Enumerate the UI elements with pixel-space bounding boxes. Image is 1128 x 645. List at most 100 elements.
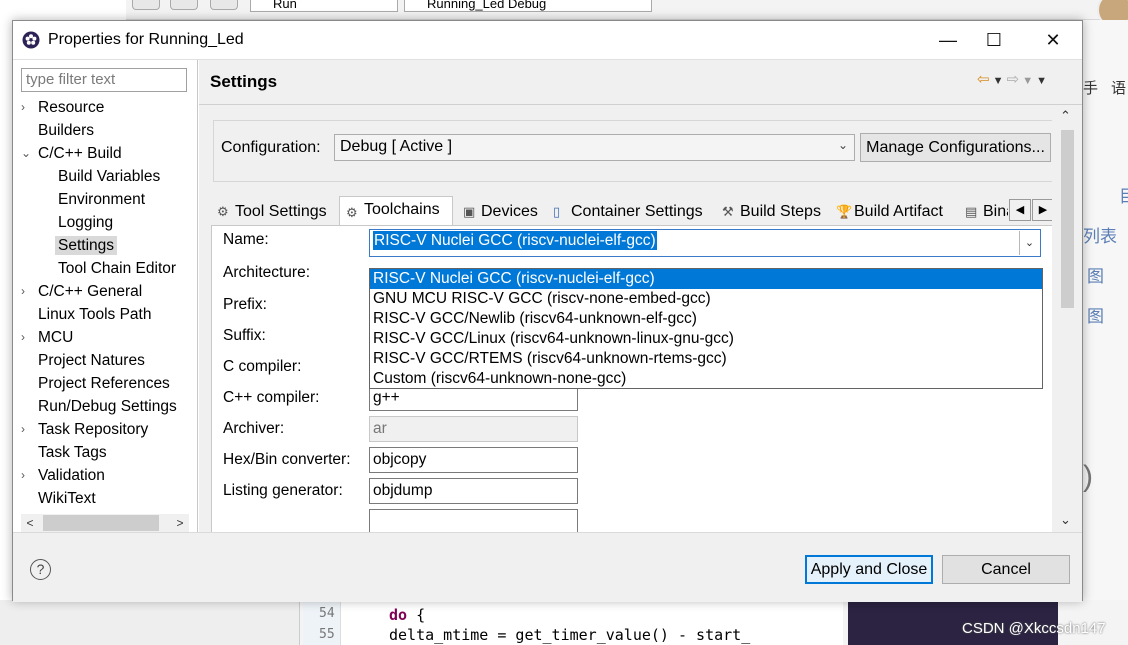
forward-arrow-icon[interactable]: ⇨	[1007, 71, 1020, 88]
tree-item-label: Resource	[38, 99, 105, 116]
back-arrow-icon[interactable]: ⇦	[977, 71, 990, 88]
title-bar[interactable]: Properties for Running_Led — ☐ ✕	[13, 21, 1082, 59]
tree-item-task-tags[interactable]: Task Tags	[38, 441, 107, 464]
toolchain-option[interactable]: RISC-V GCC/Linux (riscv64-unknown-linux-…	[370, 329, 1042, 349]
tree-item-project-references[interactable]: Project References	[38, 372, 170, 395]
configuration-value: Debug [ Active ]	[340, 138, 453, 155]
scrollbar-thumb[interactable]	[1061, 130, 1074, 308]
forward-menu-icon[interactable]: ▼	[1019, 75, 1036, 87]
configuration-combo[interactable]: Debug [ Active ] ⌄	[334, 134, 855, 161]
tree-item-cpp-general[interactable]: › C/C++ General	[21, 280, 142, 303]
tree-item-label: Run/Debug Settings	[38, 398, 177, 415]
maximize-button[interactable]: ☐	[971, 21, 1017, 59]
tree-item-label: Validation	[38, 467, 105, 484]
tab-build-steps[interactable]: ⚒ Build Steps	[716, 199, 826, 225]
view-menu-icon[interactable]: ▼	[1036, 75, 1047, 87]
ide-right-panel: 手 语 目 列表 图 图 )	[1083, 20, 1128, 645]
settings-tabs: ⚙ Tool Settings ⚙ Toolchains ▣ Devices ▯ Con…	[211, 196, 1052, 225]
chevron-down-icon[interactable]: ⌄	[1019, 231, 1039, 255]
dialog-footer: ? Apply and Close Cancel	[13, 532, 1082, 602]
name-label: Name:	[223, 231, 269, 248]
tab-toolchains[interactable]: ⚙ Toolchains	[339, 196, 453, 225]
line-gutter: 54 55	[303, 600, 341, 645]
chevron-down-icon[interactable]: ⌄	[21, 142, 35, 165]
manage-configurations-button[interactable]: Manage Configurations...	[860, 133, 1051, 162]
toolbar-button[interactable]	[132, 0, 160, 10]
tree-item-label: Environment	[58, 191, 146, 208]
tab-label: Toolchains	[364, 201, 440, 218]
chip-icon: ▣	[463, 204, 476, 219]
tree-item-project-natures[interactable]: Project Natures	[38, 349, 145, 372]
tree-item-wikitext[interactable]: WikiText	[38, 487, 96, 510]
scroll-up-icon[interactable]: ⌃	[1060, 108, 1071, 124]
listing-generator-label: Listing generator:	[223, 482, 343, 499]
tab-devices[interactable]: ▣ Devices	[457, 199, 547, 225]
tree-item-validation[interactable]: › Validation	[21, 464, 105, 487]
code-editor[interactable]: 54 55 do { delta_mtime = get_timer_value…	[303, 600, 843, 645]
ide-toolbar: Run Running_Led Debug	[126, 0, 1128, 20]
side-char: 列表	[1083, 227, 1117, 246]
tree-item-task-repository[interactable]: › Task Repository	[21, 418, 148, 441]
tree-item-label: C/C++ General	[38, 283, 143, 300]
toolchain-name-combo[interactable]: RISC-V Nuclei GCC (riscv-nuclei-elf-gcc)…	[369, 229, 1041, 257]
chevron-right-icon[interactable]: ›	[21, 96, 35, 119]
chevron-right-icon[interactable]: ›	[21, 326, 35, 349]
tab-scroll-left-icon[interactable]: ◀	[1009, 199, 1031, 221]
chevron-right-icon[interactable]: ›	[21, 418, 35, 441]
tree-horizontal-scrollbar[interactable]: < >	[21, 514, 189, 532]
tab-build-artifact[interactable]: 🏆 Build Artifact	[830, 199, 955, 225]
filter-input[interactable]: type filter text	[21, 68, 187, 92]
code-text: delta_mtime = get_timer_value() - start_	[389, 626, 751, 644]
side-char: 图	[1087, 307, 1104, 326]
tree-item-build-variables[interactable]: Build Variables	[58, 165, 160, 188]
apply-and-close-button[interactable]: Apply and Close	[805, 555, 933, 584]
tab-tool-settings[interactable]: ⚙ Tool Settings	[211, 199, 337, 225]
tree-item-environment[interactable]: Environment	[58, 188, 145, 211]
pane-divider[interactable]	[197, 60, 198, 533]
c-compiler-label: C compiler:	[223, 358, 302, 375]
tree-item-cpp-build[interactable]: ⌄ C/C++ Build	[21, 142, 122, 165]
close-icon: ✕	[1045, 29, 1061, 50]
tab-label: Devices	[481, 203, 538, 220]
toolbar-button[interactable]	[170, 0, 198, 10]
prefix-label: Prefix:	[223, 296, 267, 313]
tree-item-run-debug-settings[interactable]: Run/Debug Settings	[38, 395, 177, 418]
cancel-button[interactable]: Cancel	[942, 555, 1070, 584]
chevron-down-icon[interactable]: ⌄	[838, 138, 848, 152]
toolchain-option[interactable]: RISC-V Nuclei GCC (riscv-nuclei-elf-gcc)	[370, 269, 1042, 289]
ide-left-panel	[0, 600, 300, 645]
toolchain-option[interactable]: GNU MCU RISC-V GCC (riscv-none-embed-gcc…	[370, 289, 1042, 309]
archiver-input: ar	[369, 416, 578, 442]
close-button[interactable]: ✕	[1030, 21, 1076, 59]
toolchain-option[interactable]: Custom (riscv64-unknown-none-gcc)	[370, 369, 1042, 389]
toolbar-button[interactable]	[210, 0, 238, 10]
tab-container-settings[interactable]: ▯ Container Settings	[547, 199, 709, 225]
toolchain-option[interactable]: RISC-V GCC/Newlib (riscv64-unknown-elf-g…	[370, 309, 1042, 329]
scroll-right-icon[interactable]: >	[171, 514, 189, 532]
tree-item-linux-tools-path[interactable]: Linux Tools Path	[38, 303, 151, 326]
settings-vertical-scrollbar[interactable]: ⌃ ⌄	[1058, 108, 1078, 533]
tab-binary-parsers[interactable]: ▤ Binary Parsers	[959, 199, 1009, 225]
tree-item-tool-chain-editor[interactable]: Tool Chain Editor	[58, 257, 176, 280]
tree-item-mcu[interactable]: › MCU	[21, 326, 73, 349]
tree-item-builders[interactable]: Builders	[38, 119, 94, 142]
chevron-right-icon[interactable]: ›	[21, 464, 35, 487]
toolchain-option[interactable]: RISC-V GCC/RTEMS (riscv64-unknown-rtems-…	[370, 349, 1042, 369]
next-field-input[interactable]	[369, 509, 578, 533]
scroll-down-icon[interactable]: ⌄	[1060, 512, 1071, 528]
tab-scroll-right-icon[interactable]: ▶	[1032, 199, 1052, 221]
scroll-left-icon[interactable]: <	[21, 514, 39, 532]
tree-item-resource[interactable]: › Resource	[21, 96, 104, 119]
run-mode-combo[interactable]: Run	[250, 0, 398, 12]
tree-item-logging[interactable]: Logging	[58, 211, 113, 234]
tree-item-settings[interactable]: Settings	[55, 234, 118, 257]
history-nav: ⇦ ▼ ⇨ ▼ ▼	[977, 70, 1047, 88]
help-icon[interactable]: ?	[30, 559, 51, 580]
minimize-button[interactable]: —	[925, 21, 971, 59]
hex-bin-converter-input[interactable]: objcopy	[369, 447, 578, 473]
scrollbar-thumb[interactable]	[43, 515, 159, 531]
back-menu-icon[interactable]: ▼	[990, 75, 1007, 87]
launch-config-combo[interactable]: Running_Led Debug	[404, 0, 652, 12]
chevron-right-icon[interactable]: ›	[21, 280, 35, 303]
listing-generator-input[interactable]: objdump	[369, 478, 578, 504]
